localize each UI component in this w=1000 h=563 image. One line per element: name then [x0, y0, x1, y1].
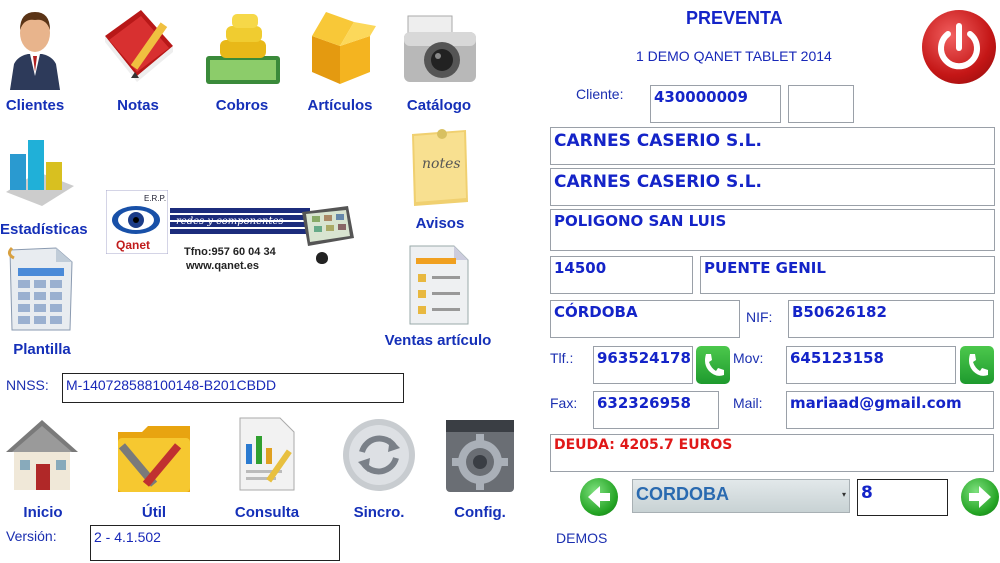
version-field[interactable]: 2 - 4.1.502	[90, 525, 340, 561]
config-button[interactable]: Config.	[440, 414, 520, 524]
mail-label: Mail:	[733, 395, 763, 411]
power-button[interactable]	[922, 10, 996, 84]
inicio-label: Inicio	[23, 504, 63, 521]
avisos-label: Avisos	[415, 215, 465, 232]
client-code2-field[interactable]	[788, 85, 854, 123]
debt-status: DEUDA: 4205.7 EUROS	[550, 434, 994, 472]
gear-icon	[446, 420, 514, 492]
prev-button[interactable]	[580, 478, 618, 516]
client-name2-field[interactable]: CARNES CASERIO S.L.	[550, 168, 995, 206]
notas-label: Notas	[117, 97, 159, 114]
plantilla-button[interactable]: Plantilla	[0, 244, 84, 360]
money-stack-icon	[206, 14, 280, 84]
chevron-down-icon: ▾	[841, 490, 846, 499]
notes-paper-icon: notes	[412, 129, 468, 206]
camera-icon	[404, 15, 476, 82]
report-chart-icon	[239, 417, 295, 491]
plantilla-label: Plantilla	[13, 341, 71, 358]
home-icon	[6, 420, 78, 490]
sales-report-icon	[409, 245, 469, 325]
arrow-left-icon	[588, 486, 610, 508]
logo-brand: Qanet	[116, 238, 151, 252]
avisos-button[interactable]: notes Avisos	[400, 126, 480, 234]
arrow-right-icon	[969, 486, 991, 508]
sync-icon	[343, 419, 415, 491]
mov-field[interactable]: 645123158	[786, 346, 956, 384]
tablet-catalog-icon	[302, 206, 354, 246]
catalogo-label: Catálogo	[406, 97, 472, 114]
util-button[interactable]: Útil	[110, 414, 198, 524]
client-name1-field[interactable]: CARNES CASERIO S.L.	[550, 127, 995, 165]
zip-field[interactable]: 14500	[550, 256, 693, 294]
spreadsheet-icon	[7, 246, 73, 331]
page-subtitle: 1 DEMO QANET TABLET 2014	[636, 48, 832, 64]
province-field[interactable]: CÓRDOBA	[550, 300, 740, 338]
tlf-label: Tlf.:	[550, 350, 574, 366]
demos-label: DEMOS	[556, 530, 608, 546]
call-mov-button[interactable]	[960, 346, 994, 384]
next-button[interactable]	[961, 478, 999, 516]
notebook-pencil-icon	[105, 10, 173, 82]
consulta-label: Consulta	[234, 504, 300, 521]
mov-label: Mov:	[733, 350, 764, 366]
city-field[interactable]: PUENTE GENIL	[700, 256, 995, 294]
qanet-logo: E.R.P. Qanet redes y componentes Tfno:95…	[106, 190, 356, 280]
customer-person-icon	[10, 12, 60, 90]
config-label: Config.	[454, 504, 506, 521]
inicio-button[interactable]: Inicio	[0, 414, 86, 524]
articulos-label: Artículos	[307, 97, 373, 114]
bar-chart-icon	[6, 140, 74, 206]
ventas-articulo-label: Ventas artículo	[384, 332, 492, 349]
version-label: Versión:	[6, 528, 57, 544]
address-field[interactable]: POLIGONO SAN LUIS	[550, 209, 995, 251]
nnss-field[interactable]: M-140728588100148-B201CBDD	[62, 373, 404, 403]
route-select-value: CORDOBA	[636, 484, 729, 504]
estadisticas-button[interactable]: Estadísticas	[0, 128, 94, 240]
fax-field[interactable]: 632326958	[593, 391, 719, 429]
client-code-field[interactable]: 430000009	[650, 85, 781, 123]
nif-field[interactable]: B50626182	[788, 300, 994, 338]
logo-tagline: redes y componentes	[176, 216, 284, 227]
articulos-button[interactable]: Artículos	[300, 4, 380, 116]
estadisticas-label: Estadísticas	[0, 221, 88, 238]
fax-label: Fax:	[550, 395, 578, 411]
tools-folder-icon	[118, 426, 190, 492]
sincro-button[interactable]: Sincro.	[336, 414, 422, 524]
sincro-label: Sincro.	[353, 504, 405, 521]
phone-icon	[705, 354, 724, 376]
nnss-label: NNSS:	[6, 377, 49, 393]
route-number-field[interactable]: 8	[857, 479, 948, 516]
clientes-label: Clientes	[5, 97, 65, 114]
consulta-button[interactable]: Consulta	[226, 414, 308, 524]
util-label: Útil	[141, 504, 167, 521]
tlf-field[interactable]: 963524178	[593, 346, 693, 384]
page-title: PREVENTA	[686, 8, 783, 28]
phone-icon	[969, 354, 988, 376]
route-select[interactable]: CORDOBA ▾	[632, 479, 850, 513]
apple-icon	[316, 252, 328, 264]
call-tlf-button[interactable]	[696, 346, 730, 384]
ventas-articulo-button[interactable]: Ventas artículo	[378, 240, 498, 352]
logo-erp: E.R.P.	[144, 194, 167, 203]
mail-field[interactable]: mariaad@gmail.com	[786, 391, 994, 429]
open-box-icon	[312, 12, 376, 84]
logo-phone: Tfno:957 60 04 34	[184, 246, 276, 258]
power-icon	[938, 23, 980, 70]
nif-label: NIF:	[746, 309, 773, 325]
client-label: Cliente:	[576, 86, 624, 102]
logo-web: www.qanet.es	[186, 260, 259, 272]
clientes-button[interactable]: Clientes	[0, 4, 70, 116]
catalogo-button[interactable]: Catálogo	[398, 4, 480, 116]
cobros-label: Cobros	[215, 97, 269, 114]
notas-button[interactable]: Notas	[97, 4, 179, 116]
cobros-button[interactable]: Cobros	[198, 4, 286, 116]
svg-text:notes: notes	[422, 156, 461, 172]
